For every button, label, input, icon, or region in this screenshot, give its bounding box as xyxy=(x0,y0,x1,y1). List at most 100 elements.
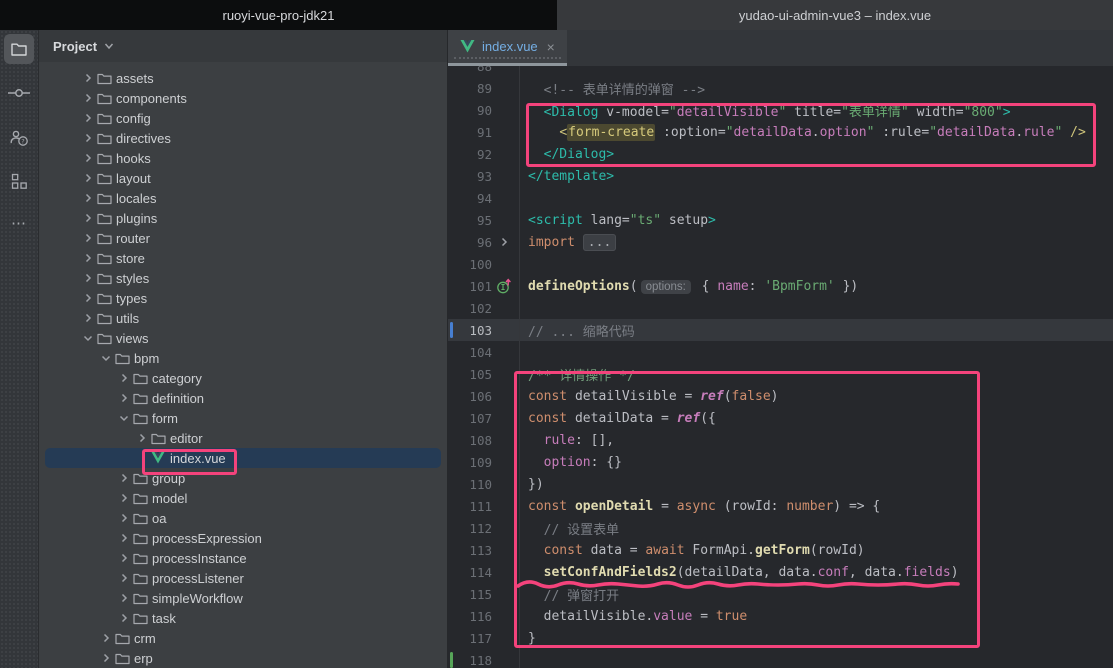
tree-item-bpm[interactable]: bpm xyxy=(39,348,447,368)
chevron-right-icon[interactable] xyxy=(498,236,510,248)
tab-index-vue[interactable]: index.vue × xyxy=(448,30,567,66)
code-line-106[interactable]: 106const detailVisible = ref(false) xyxy=(448,385,1113,407)
chevron-right-icon[interactable] xyxy=(100,632,112,644)
chevron-right-icon[interactable] xyxy=(82,152,94,164)
code-line-91[interactable]: 91 <form-create :option="detailData.opti… xyxy=(448,121,1113,143)
code-line-89[interactable]: 89 <!-- 表单详情的弹窗 --> xyxy=(448,77,1113,99)
code-line-88[interactable]: 88 xyxy=(448,66,1113,77)
gutter[interactable]: 105 xyxy=(448,363,520,385)
code-line-118[interactable]: 118 xyxy=(448,649,1113,668)
code-line-90[interactable]: 90 <Dialog v-model="detailVisible" title… xyxy=(448,99,1113,121)
chevron-right-icon[interactable] xyxy=(82,72,94,84)
gutter[interactable]: 117 xyxy=(448,627,520,649)
tree-item-processInstance[interactable]: processInstance xyxy=(39,548,447,568)
chevron-right-icon[interactable] xyxy=(118,552,130,564)
gutter[interactable]: 100 xyxy=(448,253,520,275)
code-line-103[interactable]: 103// ... 缩略代码 xyxy=(448,319,1113,341)
tree-item-utils[interactable]: utils xyxy=(39,308,447,328)
chevron-right-icon[interactable] xyxy=(118,392,130,404)
tree-item-assets[interactable]: assets xyxy=(39,68,447,88)
chevron-down-icon[interactable] xyxy=(118,412,130,424)
gutter[interactable]: 89 xyxy=(448,77,520,99)
code-line-113[interactable]: 113 const data = await FormApi.getForm(r… xyxy=(448,539,1113,561)
tree-item-form[interactable]: form xyxy=(39,408,447,428)
tree-item-hooks[interactable]: hooks xyxy=(39,148,447,168)
chevron-right-icon[interactable] xyxy=(118,492,130,504)
code-line-100[interactable]: 100 xyxy=(448,253,1113,275)
code-line-96[interactable]: 96import ... xyxy=(448,231,1113,253)
gutter[interactable]: 104 xyxy=(448,341,520,363)
gutter[interactable]: 88 xyxy=(448,66,520,77)
tree-item-layout[interactable]: layout xyxy=(39,168,447,188)
gutter[interactable]: 91 xyxy=(448,121,520,143)
tree-item-index-vue[interactable]: index.vue xyxy=(45,448,441,468)
gutter[interactable]: 114 xyxy=(448,561,520,583)
chevron-right-icon[interactable] xyxy=(118,592,130,604)
tree-item-simpleWorkflow[interactable]: simpleWorkflow xyxy=(39,588,447,608)
tab-close-icon[interactable]: × xyxy=(547,39,555,55)
chevron-right-icon[interactable] xyxy=(118,472,130,484)
chevron-right-icon[interactable] xyxy=(118,612,130,624)
chevron-right-icon[interactable] xyxy=(118,512,130,524)
gutter[interactable]: 92 xyxy=(448,143,520,165)
tree-item-model[interactable]: model xyxy=(39,488,447,508)
gutter[interactable]: 103 xyxy=(448,319,520,341)
gutter[interactable]: 115 xyxy=(448,583,520,605)
chevron-right-icon[interactable] xyxy=(82,292,94,304)
chevron-right-icon[interactable] xyxy=(100,652,112,664)
gutter[interactable]: 93 xyxy=(448,165,520,187)
gutter[interactable]: 108 xyxy=(448,429,520,451)
code-line-95[interactable]: 95<script lang="ts" setup> xyxy=(448,209,1113,231)
code-line-114[interactable]: 114 setConfAndFields2(detailData, data.c… xyxy=(448,561,1113,583)
chevron-right-icon[interactable] xyxy=(118,372,130,384)
gutter[interactable]: 106 xyxy=(448,385,520,407)
code-line-92[interactable]: 92 </Dialog> xyxy=(448,143,1113,165)
gutter[interactable]: 90 xyxy=(448,99,520,121)
chevron-right-icon[interactable] xyxy=(82,132,94,144)
project-panel-header[interactable]: Project xyxy=(39,30,447,62)
tree-item-crm[interactable]: crm xyxy=(39,628,447,648)
tree-item-router[interactable]: router xyxy=(39,228,447,248)
gutter[interactable]: 113 xyxy=(448,539,520,561)
gutter[interactable]: 110 xyxy=(448,473,520,495)
code-line-117[interactable]: 117} xyxy=(448,627,1113,649)
tree-item-processExpression[interactable]: processExpression xyxy=(39,528,447,548)
code-line-102[interactable]: 102 xyxy=(448,297,1113,319)
gutter[interactable]: 102 xyxy=(448,297,520,319)
tree-item-directives[interactable]: directives xyxy=(39,128,447,148)
code-line-109[interactable]: 109 option: {} xyxy=(448,451,1113,473)
tree-item-components[interactable]: components xyxy=(39,88,447,108)
chevron-right-icon[interactable] xyxy=(82,252,94,264)
chevron-right-icon[interactable] xyxy=(136,432,148,444)
code-line-107[interactable]: 107const detailData = ref({ xyxy=(448,407,1113,429)
chevron-right-icon[interactable] xyxy=(82,312,94,324)
gutter[interactable]: 112 xyxy=(448,517,520,539)
gutter[interactable]: 94 xyxy=(448,187,520,209)
chevron-down-icon[interactable] xyxy=(82,332,94,344)
tree-item-plugins[interactable]: plugins xyxy=(39,208,447,228)
chevron-right-icon[interactable] xyxy=(82,172,94,184)
gutter[interactable]: 116 xyxy=(448,605,520,627)
code-line-105[interactable]: 105/** 详情操作 */ xyxy=(448,363,1113,385)
chevron-down-icon[interactable] xyxy=(100,352,112,364)
tree-item-config[interactable]: config xyxy=(39,108,447,128)
gutter[interactable]: 95 xyxy=(448,209,520,231)
tree-item-styles[interactable]: styles xyxy=(39,268,447,288)
code-line-104[interactable]: 104 xyxy=(448,341,1113,363)
gutter[interactable]: 109 xyxy=(448,451,520,473)
code-line-108[interactable]: 108 rule: [], xyxy=(448,429,1113,451)
tree-item-erp[interactable]: erp xyxy=(39,648,447,668)
chevron-right-icon[interactable] xyxy=(82,112,94,124)
contacts-help-icon[interactable]: ? xyxy=(4,122,34,152)
gutter[interactable]: 107 xyxy=(448,407,520,429)
chevron-right-icon[interactable] xyxy=(82,232,94,244)
more-tool-windows-icon[interactable]: ⋯ xyxy=(4,208,34,238)
tree-item-types[interactable]: types xyxy=(39,288,447,308)
structure-icon[interactable] xyxy=(4,166,34,196)
tree-item-store[interactable]: store xyxy=(39,248,447,268)
tree-item-definition[interactable]: definition xyxy=(39,388,447,408)
tree-item-group[interactable]: group xyxy=(39,468,447,488)
chevron-right-icon[interactable] xyxy=(82,192,94,204)
code-editor[interactable]: 8889 <!-- 表单详情的弹窗 -->90 <Dialog v-model=… xyxy=(448,66,1113,668)
chevron-right-icon[interactable] xyxy=(82,92,94,104)
